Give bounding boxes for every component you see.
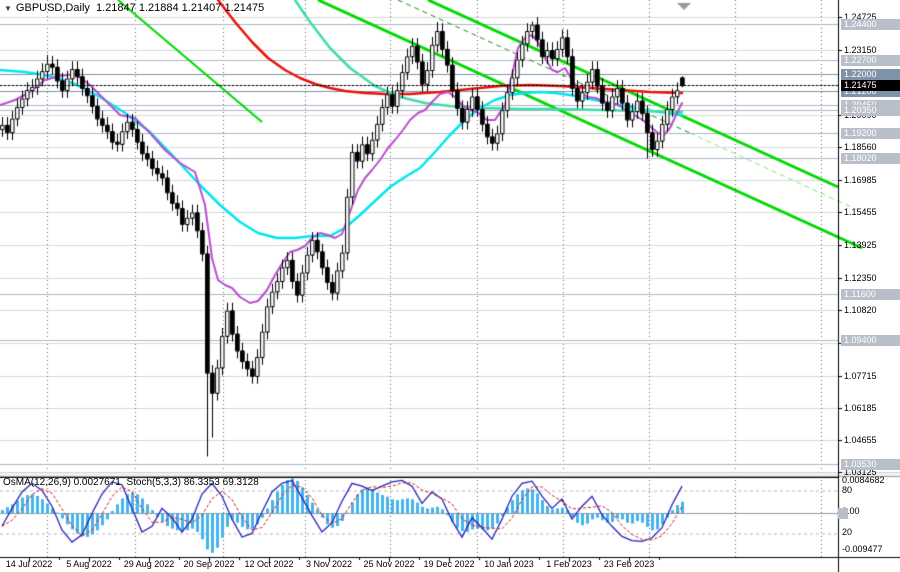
date-tick-label: 25 Nov 2022: [363, 559, 414, 569]
indicator-axis-label-upper: 80: [842, 485, 852, 495]
date-tick-label: 19 Dec 2022: [423, 559, 474, 569]
price-level-badge: 1.03530: [841, 459, 900, 470]
window-marker-icon: ▼: [4, 4, 12, 13]
price-tick-label: 1.06185: [844, 403, 877, 414]
chart-title: ▼ GBPUSD,Daily 1.21847 1.21884 1.21407 1.…: [4, 2, 264, 14]
price-level-badge: 1.11600: [841, 289, 900, 300]
indicator-axis-label-min: -0.009477: [842, 544, 883, 554]
stoch-value-k: 86.3353: [184, 477, 220, 488]
price-level-badge: 1.24400: [841, 19, 900, 30]
date-tick-label: 10 Jan 2023: [484, 559, 534, 569]
price-tick-label: 1.18560: [844, 142, 877, 153]
chart-window: ▼ GBPUSD,Daily 1.21847 1.21884 1.21407 1.…: [0, 0, 900, 572]
osma-value: 0.0027671: [74, 477, 121, 488]
ohlc-values: 1.21847 1.21884 1.21407 1.21475: [96, 2, 264, 14]
price-tick-label: 1.12350: [844, 273, 877, 284]
date-tick-label: 3 Nov 2022: [306, 559, 352, 569]
stoch-label: Stoch(5,3,3): [126, 477, 180, 488]
price-level-badge: 1.18020: [841, 153, 900, 164]
price-level-badge: 1.20350: [841, 105, 900, 116]
date-tick-label: 23 Feb 2023: [604, 559, 655, 569]
symbol-timeframe-label: GBPUSD,Daily: [16, 2, 90, 14]
price-level-badge: 1.19200: [841, 128, 900, 139]
osma-label: OsMA(12,26,9): [3, 477, 71, 488]
price-tick-label: 1.16985: [844, 175, 877, 186]
indicator-axis-label-max: 0.0084682: [842, 475, 885, 485]
stoch-value-d: 69.3128: [223, 477, 259, 488]
indicator-zero-badge: [838, 508, 848, 519]
current-price-badge: 1.21475: [841, 80, 900, 91]
price-level-badge: 1.22700: [841, 55, 900, 66]
price-tick-label: 1.13925: [844, 240, 877, 251]
indicator-axis-label-lower: 20: [842, 527, 852, 537]
date-tick-label: 12 Oct 2022: [244, 559, 293, 569]
date-tick-label: 5 Aug 2022: [66, 559, 112, 569]
price-tick-label: 1.15455: [844, 207, 877, 218]
price-tick-label: 1.07715: [844, 371, 877, 382]
price-level-badge: 1.22000: [841, 69, 900, 80]
date-tick-label: 29 Aug 2022: [124, 559, 175, 569]
price-level-badge: 1.09400: [841, 335, 900, 346]
date-tick-label: 20 Sep 2022: [183, 559, 234, 569]
date-tick-label: 14 Jul 2022: [6, 559, 53, 569]
indicator-label: OsMA(12,26,9) 0.0027671 Stoch(5,3,3) 86.…: [3, 477, 259, 488]
date-tick-label: 1 Feb 2023: [546, 559, 592, 569]
price-tick-label: 1.10820: [844, 305, 877, 316]
price-tick-label: 1.04655: [844, 435, 877, 446]
